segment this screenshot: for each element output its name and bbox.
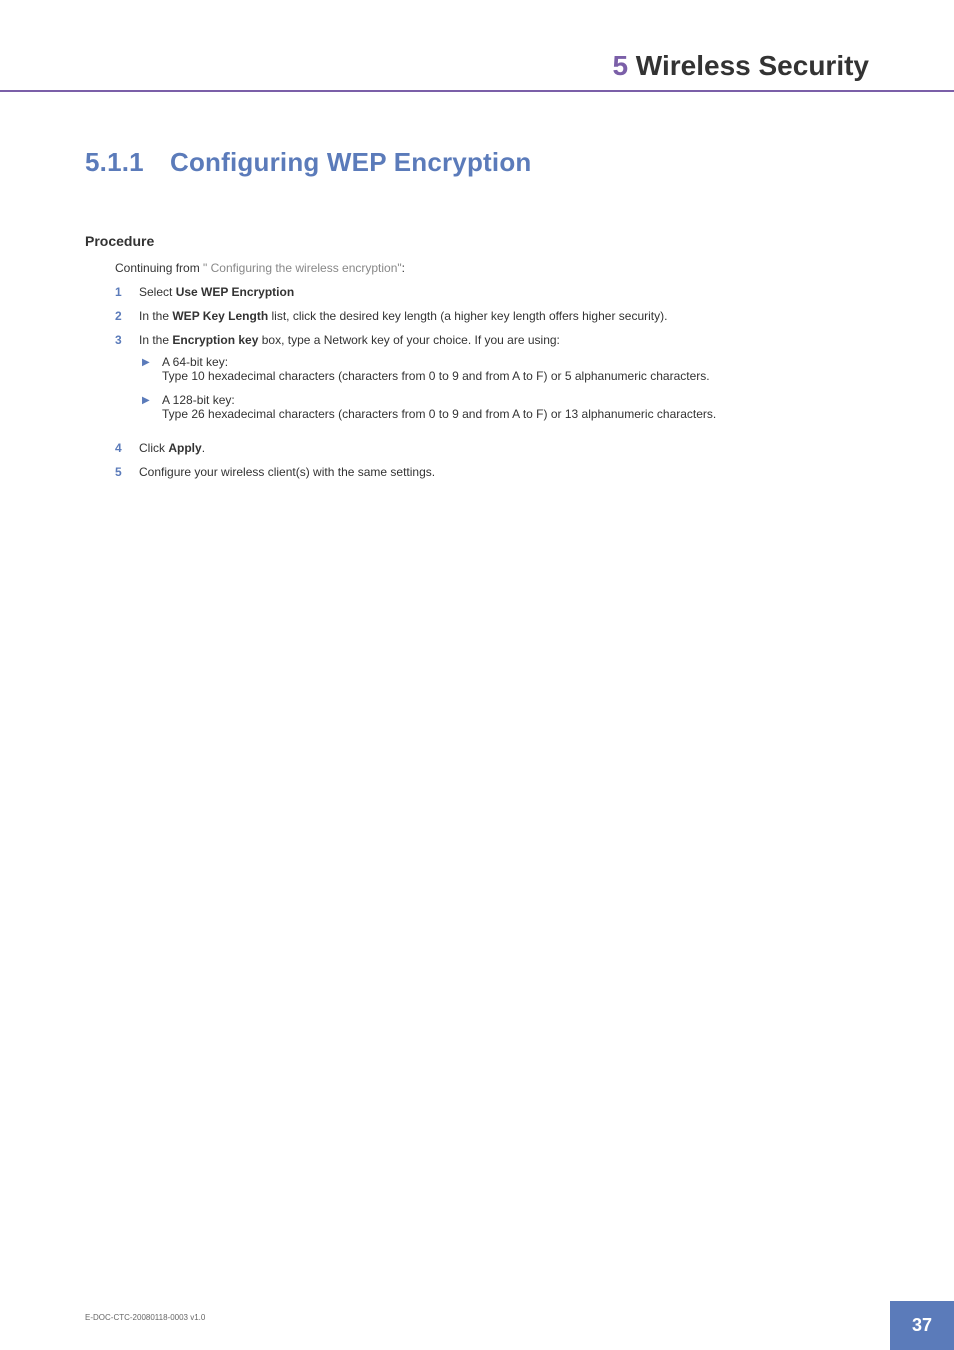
bullet-title: A 128-bit key: (162, 393, 235, 407)
page-content: 5.1.1Configuring WEP Encryption Procedur… (0, 92, 954, 479)
bullet-item: ▶ A 64-bit key: Type 10 hexadecimal char… (142, 355, 869, 383)
step-bold: Apply (168, 441, 201, 455)
step-number: 5 (115, 465, 139, 479)
bullet-list: ▶ A 64-bit key: Type 10 hexadecimal char… (139, 355, 869, 421)
steps-list: 1 Select Use WEP Encryption 2 In the WEP… (115, 285, 869, 479)
bullet-content: A 128-bit key: Type 26 hexadecimal chara… (162, 393, 869, 421)
step-item: 3 In the Encryption key box, type a Netw… (115, 333, 869, 431)
step-content: In the Encryption key box, type a Networ… (139, 333, 869, 431)
chapter-number: 5 (612, 50, 628, 81)
intro-link[interactable]: " Configuring the wireless encryption" (203, 261, 402, 275)
step-content: Select Use WEP Encryption (139, 285, 869, 299)
step-suffix: box, type a Network key of your choice. … (258, 333, 559, 347)
bullet-desc: Type 10 hexadecimal characters (characte… (162, 369, 710, 383)
step-number: 4 (115, 441, 139, 455)
step-prefix: Configure your wireless client(s) with t… (139, 465, 435, 479)
procedure-block: Continuing from " Configuring the wirele… (115, 261, 869, 479)
section-heading: 5.1.1Configuring WEP Encryption (85, 147, 869, 178)
intro-prefix: Continuing from (115, 261, 203, 275)
step-bold: WEP Key Length (172, 309, 268, 323)
triangle-icon: ▶ (142, 355, 162, 368)
step-prefix: Click (139, 441, 168, 455)
bullet-title: A 64-bit key: (162, 355, 228, 369)
step-bold: Encryption key (172, 333, 258, 347)
step-number: 1 (115, 285, 139, 299)
document-id: E-DOC-CTC-20080118-0003 v1.0 (0, 1313, 205, 1350)
section-number: 5.1.1 (85, 147, 170, 178)
bullet-item: ▶ A 128-bit key: Type 26 hexadecimal cha… (142, 393, 869, 421)
step-suffix: . (202, 441, 205, 455)
bullet-content: A 64-bit key: Type 10 hexadecimal charac… (162, 355, 869, 383)
step-content: Configure your wireless client(s) with t… (139, 465, 869, 479)
intro-text: Continuing from " Configuring the wirele… (115, 261, 869, 275)
step-bold: Use WEP Encryption (176, 285, 294, 299)
step-item: 4 Click Apply. (115, 441, 869, 455)
page-header: 5 Wireless Security (0, 0, 954, 92)
step-number: 2 (115, 309, 139, 323)
step-number: 3 (115, 333, 139, 347)
procedure-heading: Procedure (85, 233, 869, 249)
step-content: Click Apply. (139, 441, 869, 455)
chapter-title: Wireless Security (628, 50, 869, 81)
page-number: 37 (890, 1301, 954, 1350)
step-item: 1 Select Use WEP Encryption (115, 285, 869, 299)
step-suffix: list, click the desired key length (a hi… (268, 309, 667, 323)
step-prefix: Select (139, 285, 176, 299)
intro-suffix: : (402, 261, 405, 275)
page-footer: E-DOC-CTC-20080118-0003 v1.0 37 (0, 1301, 954, 1350)
step-content: In the WEP Key Length list, click the de… (139, 309, 869, 323)
triangle-icon: ▶ (142, 393, 162, 406)
section-title: Configuring WEP Encryption (170, 147, 531, 177)
step-item: 5 Configure your wireless client(s) with… (115, 465, 869, 479)
step-prefix: In the (139, 309, 172, 323)
bullet-desc: Type 26 hexadecimal characters (characte… (162, 407, 716, 421)
step-prefix: In the (139, 333, 172, 347)
step-item: 2 In the WEP Key Length list, click the … (115, 309, 869, 323)
